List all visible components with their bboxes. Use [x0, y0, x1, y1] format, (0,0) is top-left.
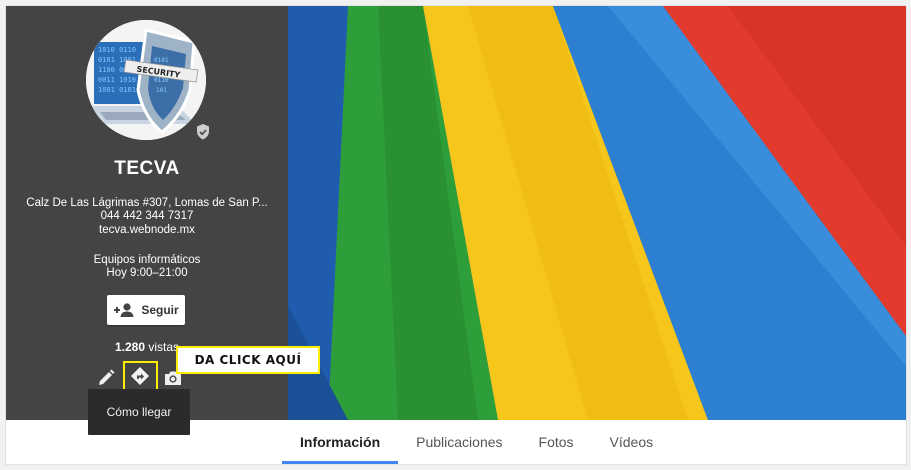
svg-text:101: 101: [156, 87, 167, 94]
svg-text:0101: 0101: [154, 57, 169, 64]
tab-videos[interactable]: Vídeos: [592, 420, 672, 464]
click-here-callout: DA CLICK AQUÍ: [176, 346, 320, 374]
business-address: Calz De Las Lágrimas #307, Lomas de San …: [26, 197, 268, 209]
views-count: 1.280: [114, 340, 145, 354]
add-person-icon: [114, 303, 134, 317]
directions-highlight-box: [123, 361, 158, 391]
tab-fotos[interactable]: Fotos: [521, 420, 592, 464]
business-name: TECVA: [114, 158, 180, 179]
verified-badge-icon: [193, 122, 213, 142]
directions-tooltip: Cómo llegar: [88, 389, 190, 435]
svg-text:1001 0101: 1001 0101: [98, 86, 136, 94]
avatar[interactable]: 1010 0110 0101 1001 1100 0011 0011 1010 …: [86, 20, 206, 140]
tab-publicaciones[interactable]: Publicaciones: [398, 420, 520, 464]
business-hours: Hoy 9:00–21:00: [106, 267, 188, 279]
svg-text:0011 1010: 0011 1010: [98, 76, 136, 84]
business-phone: 044 442 344 7317: [100, 210, 194, 222]
profile-card: 1010 0110 0101 1001 1100 0011 0011 1010 …: [6, 6, 906, 464]
follow-label: Seguir: [141, 303, 179, 317]
business-category: Equipos informáticos: [93, 254, 201, 266]
business-website[interactable]: tecva.webnode.mx: [16, 223, 278, 237]
tab-informacion[interactable]: Información: [282, 420, 399, 464]
pencil-icon[interactable]: [96, 368, 116, 388]
follow-button[interactable]: Seguir: [107, 295, 185, 325]
views-suffix: vistas: [145, 340, 180, 354]
profile-tabs: Información Publicaciones Fotos Vídeos: [282, 420, 906, 464]
cover-photo[interactable]: [288, 6, 906, 420]
security-shield-image: 1010 0110 0101 1001 1100 0011 0011 1010 …: [86, 20, 206, 140]
svg-text:1010 0110: 1010 0110: [98, 46, 136, 54]
